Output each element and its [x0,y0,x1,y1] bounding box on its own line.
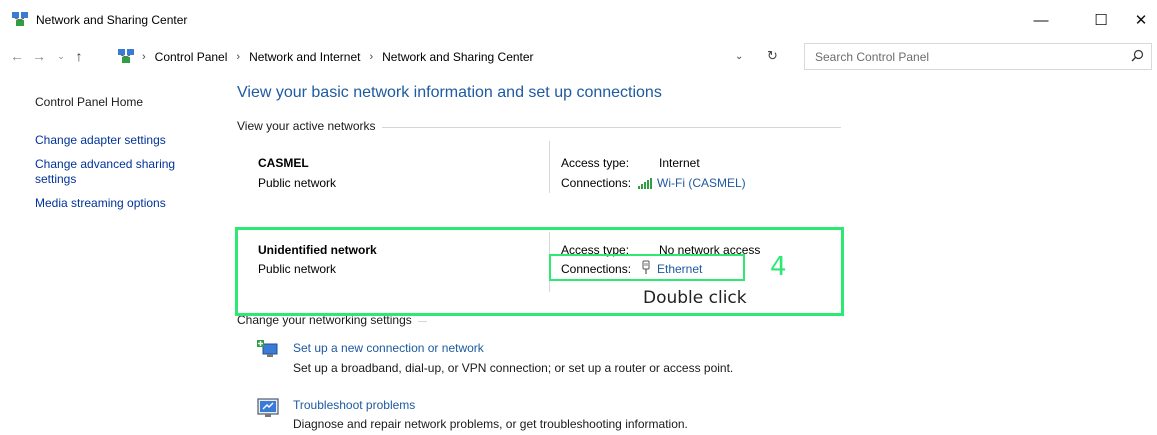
access-type-value: Internet [659,156,700,170]
active-networks-label: View your active networks [237,119,382,133]
close-button[interactable]: ✕ [1118,6,1157,34]
troubleshoot-icon [257,398,279,417]
sidebar-item-control-panel-home[interactable]: Control Panel Home [35,95,143,110]
page-title: View your basic network information and … [237,84,662,101]
wifi-connection-link[interactable]: Wi-Fi (CASMEL) [657,176,746,190]
sidebar-item-media-streaming[interactable]: Media streaming options [35,196,166,211]
search-placeholder: Search Control Panel [815,50,930,64]
chevron-down-icon[interactable]: ⌄ [735,51,743,62]
instruction-text: Double click [643,288,747,308]
minimize-button[interactable]: — [1018,6,1064,34]
recent-locations-chevron-icon[interactable]: ⌄ [52,47,70,65]
highlight-box [235,227,844,316]
network-center-icon [118,49,134,63]
troubleshoot-link[interactable]: Troubleshoot problems [293,398,415,412]
up-arrow-icon[interactable]: ↑ [70,47,88,65]
new-connection-icon [257,340,278,357]
breadcrumb-network-and-sharing-center[interactable]: Network and Sharing Center [382,50,533,64]
connections-label: Connections: [561,176,632,190]
breadcrumb-separator: › [369,51,374,63]
network-divider [549,141,550,193]
setup-connection-link[interactable]: Set up a new connection or network [293,341,484,355]
setup-connection-description: Set up a broadband, dial-up, or VPN conn… [293,361,734,375]
breadcrumb-separator: › [142,51,146,63]
search-icon[interactable] [1131,49,1144,62]
network-name: CASMEL [258,156,309,170]
breadcrumb-network-and-internet[interactable]: Network and Internet [249,50,360,64]
highlight-box-ethernet [549,254,745,281]
forward-arrow-icon[interactable]: → [30,47,48,65]
troubleshoot-description: Diagnose and repair network problems, or… [293,417,688,431]
wifi-signal-icon [638,178,652,189]
sidebar-item-change-advanced-sharing[interactable]: Change advanced sharing settings [35,157,205,187]
window-title: Network and Sharing Center [36,13,188,27]
step-number: 4 [770,252,787,282]
access-type-label: Access type: [561,156,630,170]
breadcrumb-separator: › [236,51,241,63]
breadcrumb-control-panel[interactable]: Control Panel [155,50,228,64]
refresh-icon[interactable]: ↻ [767,48,778,64]
breadcrumb: › Control Panel › Network and Internet ›… [142,50,534,64]
back-arrow-icon[interactable]: ← [8,47,26,65]
sidebar-item-change-adapter-settings[interactable]: Change adapter settings [35,133,166,148]
network-center-icon [12,12,28,26]
network-category: Public network [258,176,337,190]
